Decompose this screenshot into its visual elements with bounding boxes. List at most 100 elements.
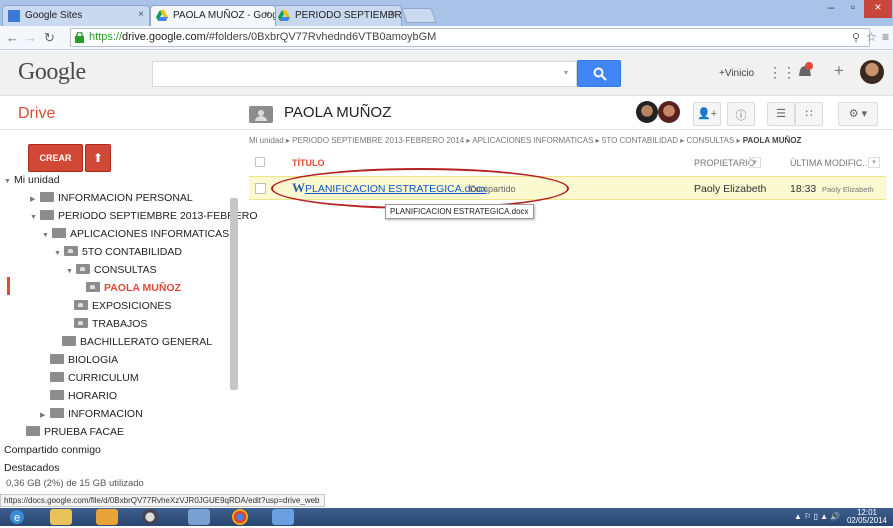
expand-arrow-icon[interactable]: ▼ [66,268,76,275]
upload-button[interactable]: ⬆ [85,144,111,172]
breadcrumb[interactable]: Mi unidad ▸ PERIODO SEPTIEMBRE 2013-FEBR… [249,136,801,145]
user-name[interactable]: +Vinicio [719,68,754,79]
expand-arrow-icon[interactable]: ▼ [42,232,52,239]
start-button[interactable]: e [4,509,30,525]
expand-arrow-icon[interactable]: ▼ [54,250,64,257]
column-header-title[interactable]: TÍTULO [292,158,325,168]
sidebar-item-consultas[interactable]: ▼ CONSULTAS [66,264,157,276]
sidebar-item-exposiciones[interactable]: EXPOSICIONES [74,300,171,312]
sidebar-item-destacados[interactable]: Destacados [4,462,59,471]
create-button[interactable]: CREAR [28,144,83,172]
breadcrumb-current: PAOLA MUÑOZ [742,136,802,145]
sidebar-item-compartido[interactable]: Compartido conmigo [4,444,101,456]
tray-icons[interactable]: ▲ ⚐ ▯ ▲ 🔊 [794,512,840,521]
sidebar-item-horario[interactable]: HORARIO [50,390,117,402]
collapse-arrow-icon[interactable]: ▶ [30,195,40,203]
modified-sort-icon[interactable]: ▾ [868,157,880,168]
search-button[interactable] [577,60,621,87]
folder-icon [50,390,64,400]
owner-sort-icon[interactable]: ▾ [749,157,761,168]
details-button[interactable]: ⓘ [727,102,755,126]
tab-periodo[interactable]: PERIODO SEPTIEMBRE 20 × [272,5,402,26]
chrome-icon[interactable] [232,509,248,525]
shared-folder-icon [249,106,273,123]
sidebar-item-curriculum[interactable]: CURRICULUM [50,372,139,384]
media-player-icon[interactable] [96,509,118,525]
close-icon[interactable]: × [138,9,144,20]
folder-icon [26,426,40,436]
sidebar-item-periodo[interactable]: ▼ PERIODO SEPTIEMBRE 2013-FEBRERO [30,210,258,222]
browser-toolbar: ← → ↻ https://drive.google.com/#folders/… [0,26,893,50]
url-host: drive.google.com [122,31,206,43]
folder-icon [52,228,66,238]
breadcrumb-path[interactable]: Mi unidad ▸ PERIODO SEPTIEMBRE 2013-FEBR… [249,136,740,145]
close-icon[interactable]: × [390,9,396,20]
apps-grid-icon[interactable]: ⋮⋮ [768,64,796,81]
column-header-owner[interactable]: PROPIETARIO [694,158,755,168]
sidebar-item-biologia[interactable]: BIOLOGIA [50,354,118,366]
google-logo[interactable]: Google [18,59,86,86]
url-scheme: https:// [89,31,123,43]
sidebar-item-trabajos[interactable]: TRABAJOS [74,318,147,330]
info-icon: ⓘ [735,110,747,122]
grid-view-button[interactable]: ∷ [795,102,823,126]
sidebar-item-informacion-personal[interactable]: ▶ INFORMACION PERSONAL [30,192,193,204]
forward-icon[interactable]: → [24,30,37,45]
row-checkbox[interactable] [255,183,266,194]
list-view-button[interactable]: ☰ [767,102,795,126]
expand-arrow-icon[interactable]: ▼ [4,178,14,185]
clock[interactable]: 12:01 02/05/2014 [847,509,887,525]
drive-label[interactable]: Drive [18,105,55,123]
collaborator-avatar[interactable] [636,101,658,123]
new-tab-button[interactable] [401,8,437,23]
close-window-button[interactable]: × [864,0,892,18]
sidebar-scrollbar[interactable] [230,198,238,390]
notifications-icon[interactable] [796,62,814,82]
app-icon[interactable] [142,509,158,525]
tab-google-sites[interactable]: Google Sites × [2,5,150,26]
address-bar[interactable]: https://drive.google.com/#folders/0BxbrQ… [70,28,870,47]
word-icon[interactable] [272,509,294,525]
star-icon[interactable]: ☆ [866,30,877,44]
select-all-checkbox[interactable] [255,157,265,167]
search-input[interactable]: ▾ [152,61,577,87]
sidebar-item-5to-contabilidad[interactable]: ▼ 5TO CONTABILIDAD [54,246,182,258]
drive-icon [156,10,168,22]
outlook-icon[interactable] [188,509,210,525]
sidebar-item-paola-munoz[interactable]: PAOLA MUÑOZ [86,282,181,294]
zoom-icon[interactable]: ⚲ [852,31,860,44]
sidebar-item-prueba-facae[interactable]: PRUEBA FACAE [26,426,124,438]
back-icon[interactable]: ← [6,30,19,45]
google-sites-icon [8,10,20,22]
search-dropdown-icon[interactable]: ▾ [564,68,568,77]
expand-arrow-icon[interactable]: ▼ [30,214,40,221]
column-header-modified[interactable]: ÚLTIMA MODIFIC... [790,158,870,168]
windows-taskbar: e ▲ ⚐ ▯ ▲ 🔊 12:01 02/05/2014 [0,508,893,526]
settings-button[interactable]: ⚙ ▾ [838,102,878,126]
file-explorer-icon[interactable] [50,509,72,525]
reload-icon[interactable]: ↻ [44,30,55,46]
share-plus-icon[interactable]: + [834,61,844,81]
sidebar-item-mi-unidad[interactable]: ▼ Mi unidad [4,174,60,186]
browser-tab-strip: Google Sites × PAOLA MUÑOZ - Google × PE… [0,0,893,26]
maximize-button[interactable]: ▫ [842,0,864,18]
minimize-button[interactable]: – [820,0,842,18]
collapse-arrow-icon[interactable]: ▶ [40,411,50,419]
sidebar-item-bachillerato[interactable]: BACHILLERATO GENERAL [62,336,212,348]
folder-title[interactable]: PAOLA MUÑOZ [284,104,391,121]
shared-folder-icon [74,318,88,328]
sidebar-item-aplicaciones[interactable]: ▼ APLICACIONES INFORMATICAS [42,228,229,240]
google-bar: Google ▾ +Vinicio ⋮⋮ + [0,51,893,96]
collaborator-avatar[interactable] [658,101,680,123]
tab-paola-munoz[interactable]: PAOLA MUÑOZ - Google × [150,5,276,26]
shared-folder-icon [74,300,88,310]
annotation-ellipse [271,168,569,209]
avatar[interactable] [860,60,884,84]
grid-icon: ∷ [805,108,813,120]
clock-date: 02/05/2014 [846,516,887,525]
menu-icon[interactable]: ≡ [882,30,889,44]
share-button[interactable]: 👤+ [693,102,721,126]
close-icon[interactable]: × [264,9,270,20]
sidebar-item-informacion[interactable]: ▶ INFORMACION [40,408,143,420]
folder-icon [62,336,76,346]
